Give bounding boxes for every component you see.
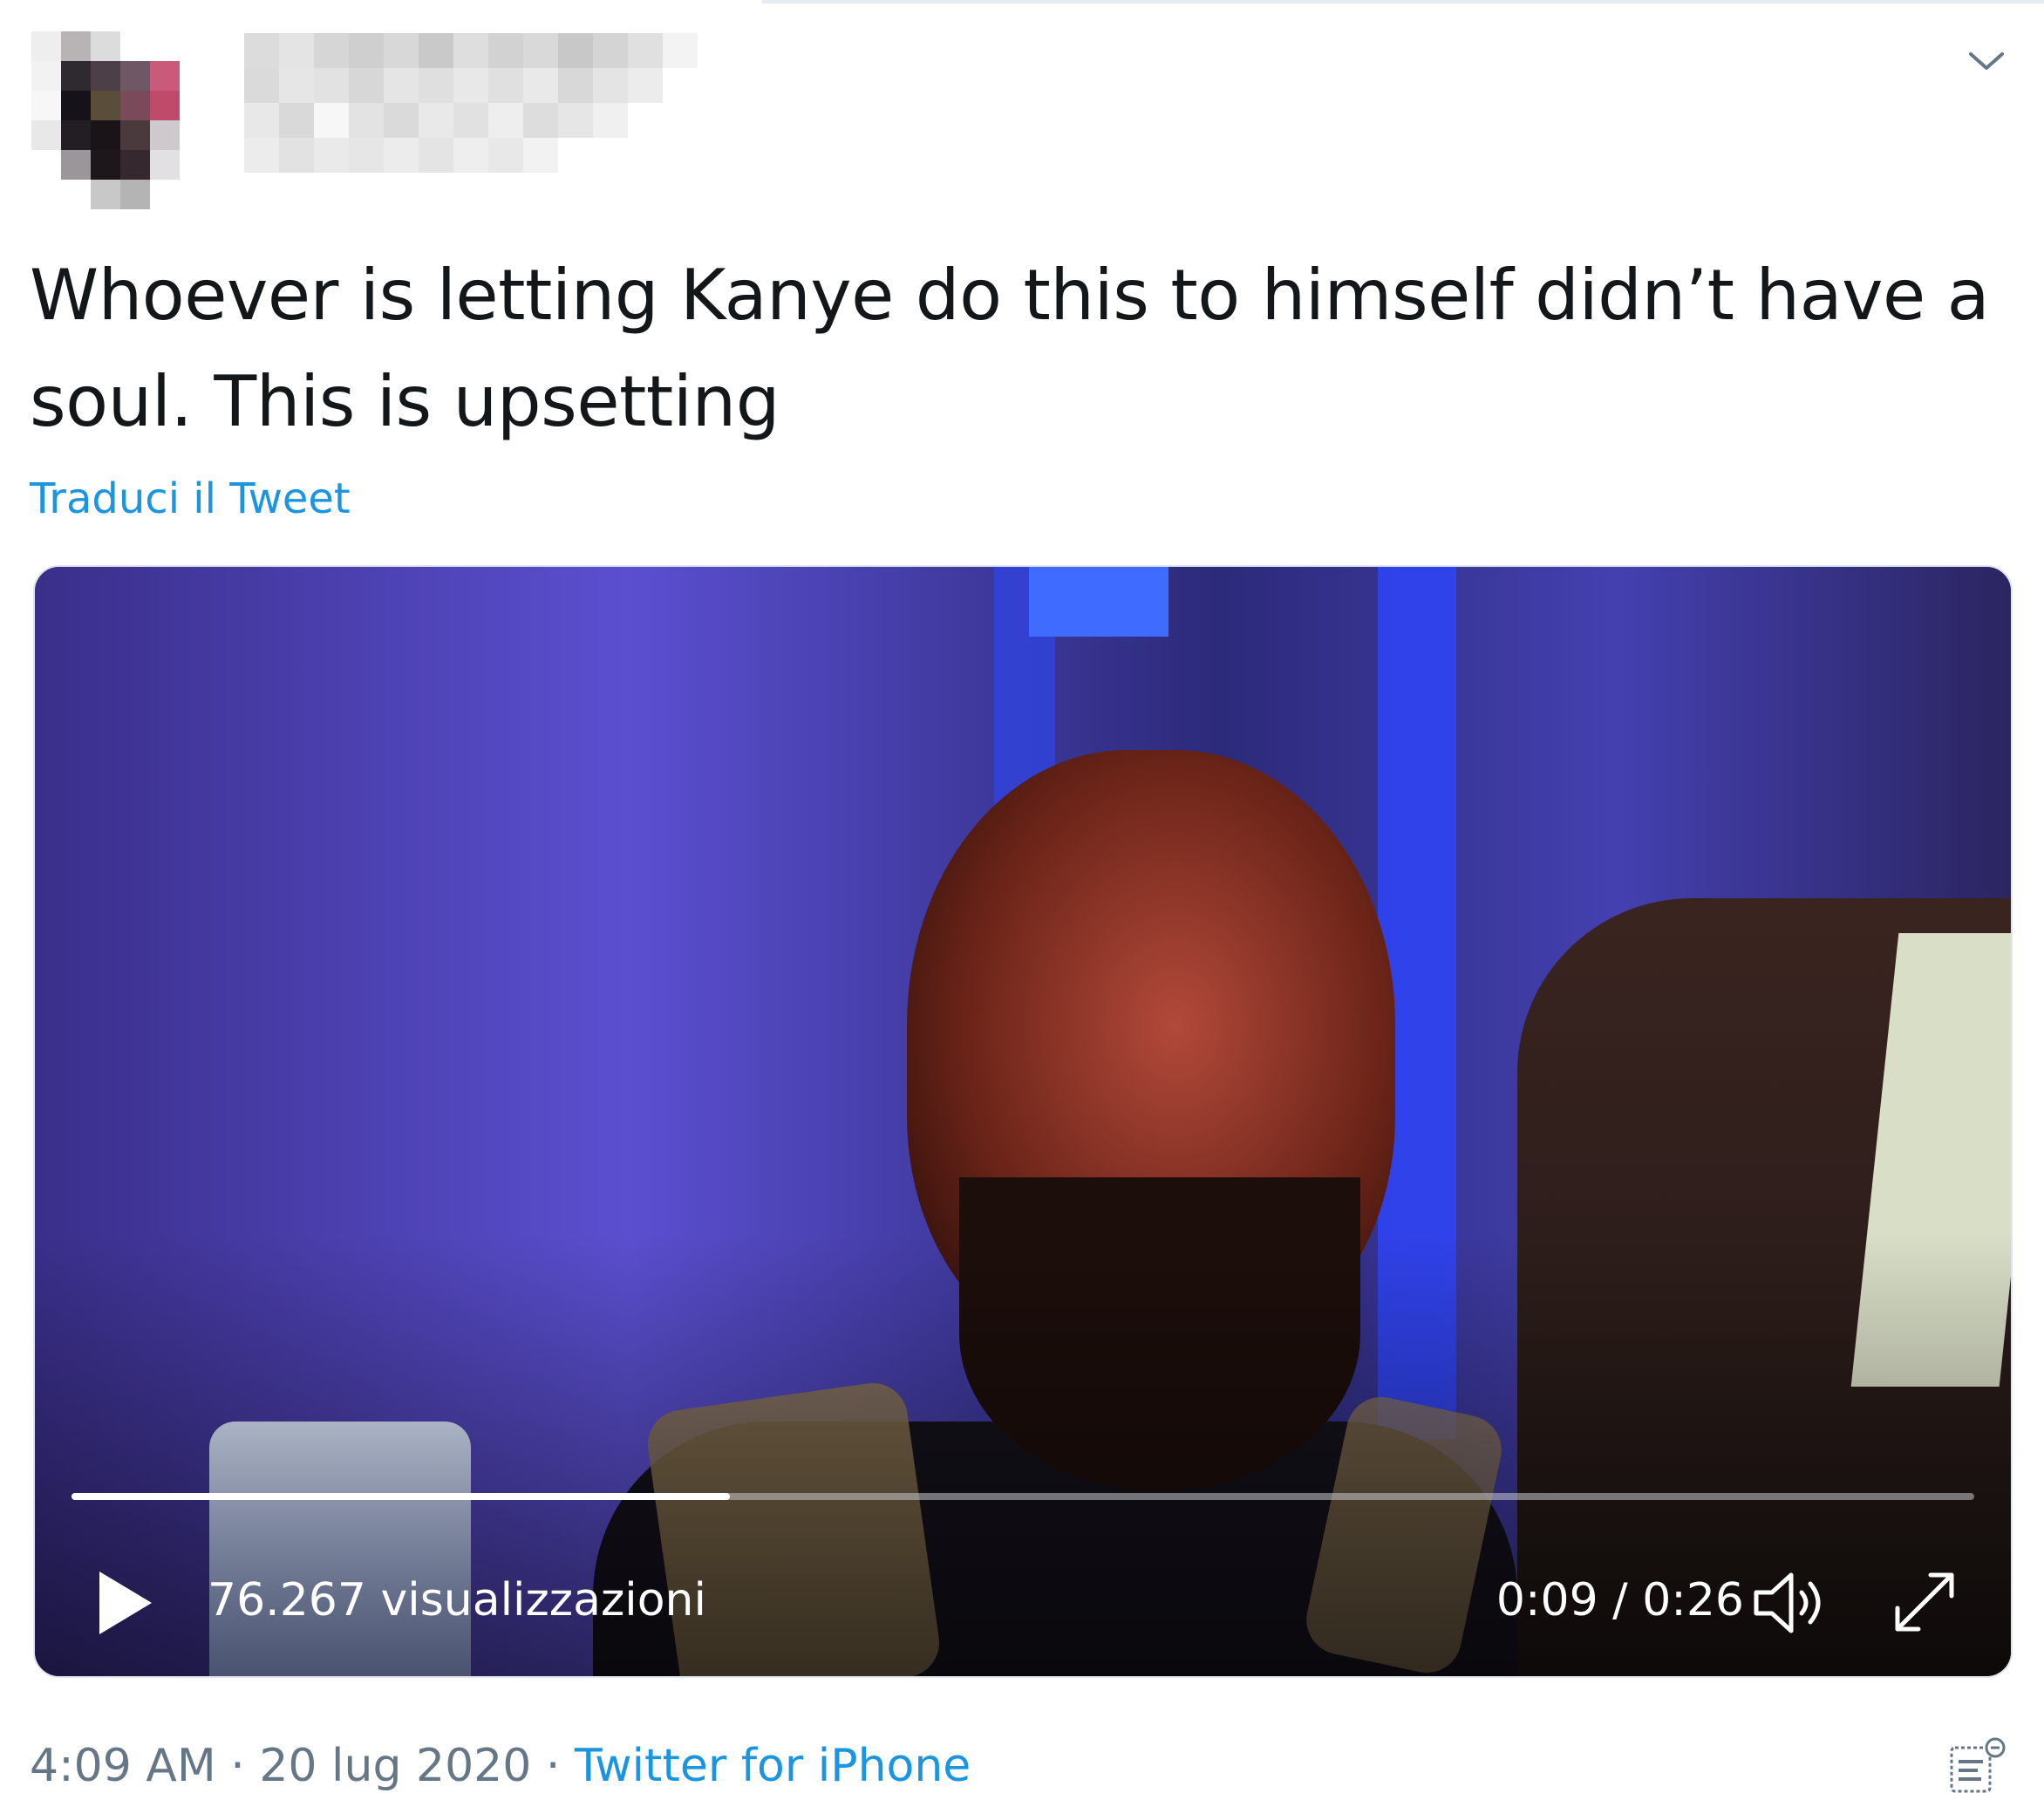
play-icon[interactable] <box>94 1568 155 1638</box>
tweet-date[interactable]: 20 lug 2020 <box>259 1740 531 1792</box>
tweet-time[interactable]: 4:09 AM <box>30 1740 216 1792</box>
analytics-icon[interactable] <box>1946 1735 2009 1797</box>
view-count: 76.267 visualizzazioni <box>208 1574 706 1626</box>
video-progress-fill <box>72 1493 730 1500</box>
video-vignette <box>35 567 2011 1676</box>
video-time: 0:09 / 0:26 <box>1496 1574 1744 1626</box>
fullscreen-icon[interactable] <box>1887 1565 1962 1640</box>
meta-separator: · <box>545 1740 561 1792</box>
user-name-censored[interactable] <box>244 33 698 173</box>
meta-separator: · <box>230 1740 245 1792</box>
avatar[interactable] <box>31 31 209 209</box>
tweet-source-link[interactable]: Twitter for iPhone <box>575 1740 971 1792</box>
translate-tweet-link[interactable]: Traduci il Tweet <box>30 474 351 523</box>
video-player[interactable]: 76.267 visualizzazioni 0:09 / 0:26 <box>33 565 2013 1678</box>
top-divider <box>762 0 2044 3</box>
video-progress-bar[interactable] <box>72 1493 1974 1500</box>
tweet-text: Whoever is letting Kanye do this to hims… <box>30 255 1990 442</box>
tweet-meta: 4:09 AM · 20 lug 2020 · Twitter for iPho… <box>30 1737 971 1795</box>
video-frame[interactable] <box>35 567 2011 1676</box>
volume-icon[interactable] <box>1749 1568 1836 1638</box>
more-options-chevron-down-icon[interactable] <box>1960 44 2013 78</box>
